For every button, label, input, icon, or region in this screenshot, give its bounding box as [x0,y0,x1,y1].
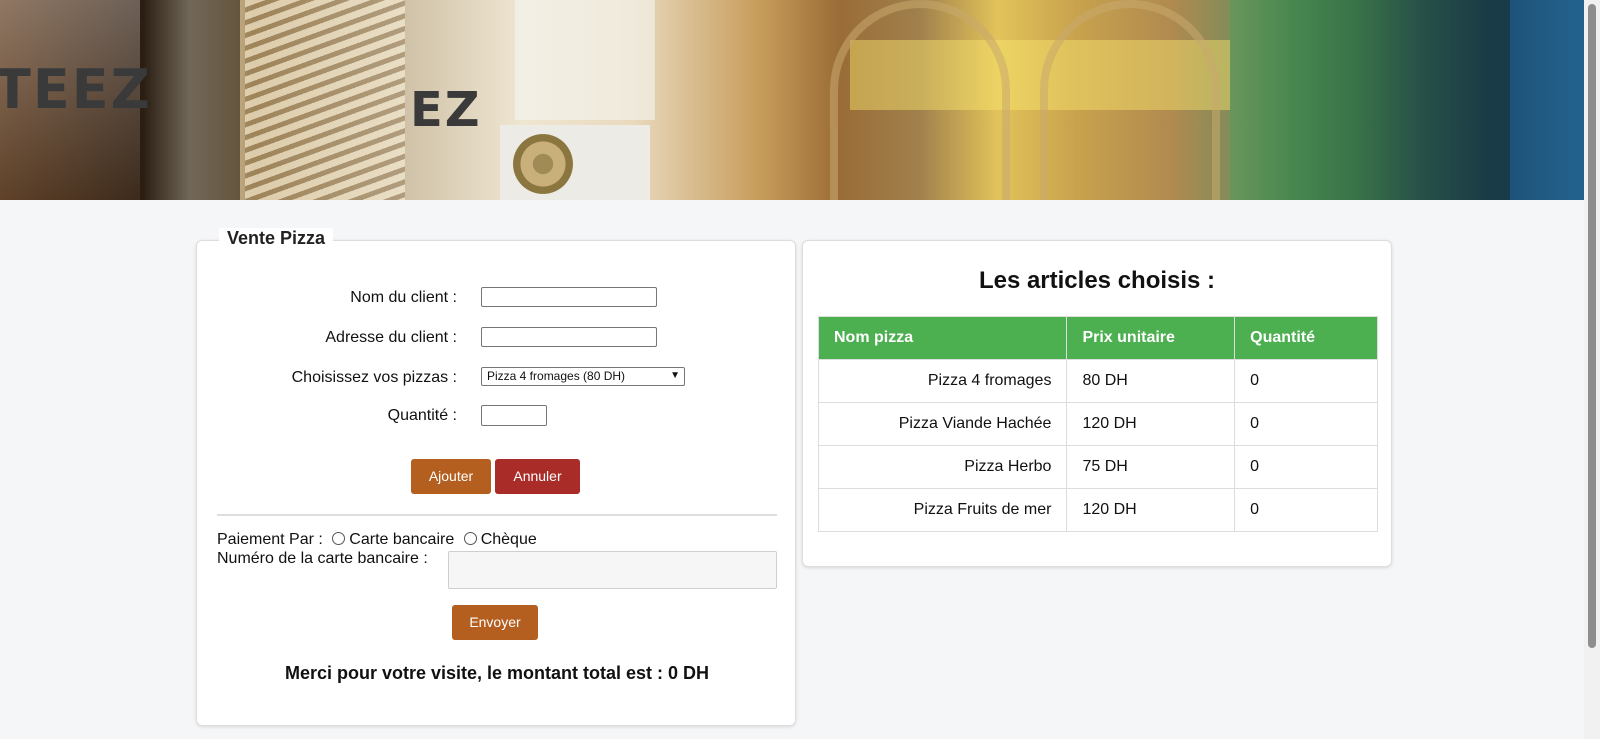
cancel-button[interactable]: Annuler [495,459,580,494]
client-name-input[interactable] [481,287,657,307]
articles-title: Les articles choisis : [978,267,1216,294]
quantity-cell: 0 [1234,488,1378,532]
quantity-row: Quantité : [197,405,797,429]
pizza-select-value: Pizza 4 fromages (80 DH) [487,369,626,383]
quantity-input[interactable] [481,405,547,426]
card-number-label: Numéro de la carte bancaire : [217,550,428,567]
payment-label: Paiement Par : [217,531,323,548]
pizza-name-cell: Pizza Viande Hachée [817,402,1068,446]
page-scrollbar[interactable] [1584,0,1600,739]
quantity-cell: 0 [1234,445,1378,489]
pizza-select-row: Choisissez vos pizzas : Pizza 4 fromages… [197,367,797,391]
client-address-input[interactable] [481,327,657,347]
price-cell: 80 DH [1066,359,1236,403]
pizza-name-cell: Pizza Herbo [817,445,1068,489]
price-cell: 120 DH [1066,402,1236,446]
card-number-input[interactable] [448,551,777,589]
quantity-label: Quantité : [387,407,457,424]
selected-articles-panel: Les articles choisis : Nom pizza Prix un… [802,240,1392,567]
table-row: Pizza 4 fromages 80 DH 0 [817,359,1378,403]
chevron-down-icon: ▼ [670,370,680,381]
card-radio[interactable] [332,532,346,545]
pizza-select[interactable]: Pizza 4 fromages (80 DH) ▼ [481,367,685,386]
payment-options: Paiement Par : Carte bancaire Chèque [217,531,537,549]
add-button[interactable]: Ajouter [411,459,491,494]
cheque-radio[interactable] [463,532,477,545]
form-legend: Vente Pizza [219,228,334,249]
quantity-cell: 0 [1234,359,1378,403]
table-row: Pizza Viande Hachée 120 DH 0 [817,402,1378,446]
column-header-price: Prix unitaire [1066,316,1236,360]
client-address-row: Adresse du client : [197,327,797,351]
client-name-label: Nom du client : [350,289,457,306]
table-row: Pizza Herbo 75 DH 0 [817,445,1378,489]
storefront-sign-text-2: EZ [410,82,482,138]
pizza-select-label: Choisissez vos pizzas : [291,369,457,386]
client-address-label: Adresse du client : [325,329,457,346]
table-header-row: Nom pizza Prix unitaire Quantité [817,316,1378,360]
price-cell: 75 DH [1066,445,1236,489]
articles-table: Nom pizza Prix unitaire Quantité Pizza 4… [817,316,1378,532]
table-row: Pizza Fruits de mer 120 DH 0 [817,488,1378,532]
air-conditioner-unit [500,125,650,200]
client-name-row: Nom du client : [197,287,797,311]
scrollbar-thumb[interactable] [1588,4,1596,648]
cheque-radio-label[interactable]: Chèque [481,531,537,548]
card-radio-label[interactable]: Carte bancaire [349,531,454,548]
total-message: Merci pour votre visite, le montant tota… [284,663,710,683]
column-header-name: Nom pizza [817,316,1068,360]
form-divider [217,514,777,516]
send-button[interactable]: Envoyer [452,605,538,640]
column-header-quantity: Quantité [1234,316,1378,360]
price-cell: 120 DH [1066,488,1236,532]
pizza-order-form: Vente Pizza Nom du client : Adresse du c… [196,228,797,726]
header-banner-image: TEEZ EZ [0,0,1584,200]
storefront-sign-text: TEEZ [0,58,152,121]
pizza-name-cell: Pizza 4 fromages [817,359,1068,403]
pizza-name-cell: Pizza Fruits de mer [817,488,1068,532]
quantity-cell: 0 [1234,402,1378,446]
